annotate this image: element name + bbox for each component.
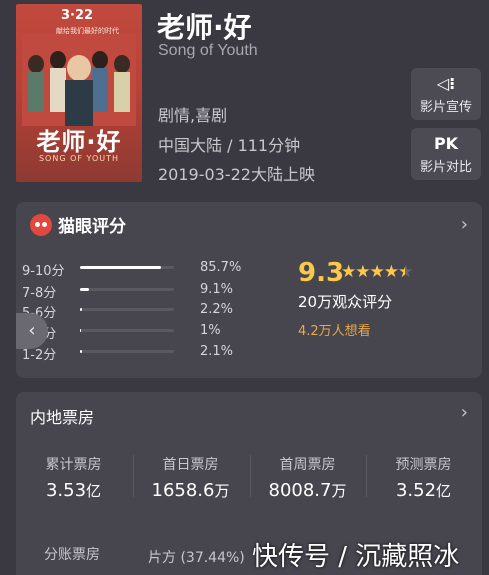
star-icon: ★ — [383, 262, 399, 282]
promo-button[interactable]: ◁⁝ 影片宣传 — [411, 68, 481, 120]
dist-percent: 2.2% — [200, 302, 234, 317]
stat-label: 首周票房 — [279, 457, 336, 473]
dist-track — [80, 308, 174, 311]
stat-label: 首日票房 — [162, 457, 219, 473]
movie-region-duration: 中国大陆 / 111分钟 — [158, 136, 301, 155]
dist-track — [80, 288, 174, 291]
movie-subtitle: Song of Youth — [158, 42, 258, 59]
poster-date: 3·22 — [61, 8, 94, 23]
star-icon: ★ — [355, 262, 370, 282]
dist-bar-fill — [80, 308, 83, 311]
speaker-icon: ◁⁝ — [436, 74, 456, 93]
dist-track — [80, 350, 174, 353]
stat-value: 3.52亿 — [395, 480, 452, 501]
rating-score: 9.3 — [298, 258, 345, 288]
dist-label: 7-8分 — [22, 286, 57, 301]
star-icon: ★ — [341, 262, 356, 282]
chevron-right-icon[interactable]: › — [461, 402, 468, 423]
maoyan-cat-icon — [30, 214, 52, 236]
dist-bar-fill — [80, 266, 161, 269]
compare-button-label: 影片对比 — [419, 160, 472, 175]
stat-value: 8008.7万 — [268, 480, 347, 501]
box-office-forecast: 预测票房 3.52亿 — [366, 454, 481, 501]
rating-dist-row: 1-2分 2.1% — [22, 342, 252, 363]
stat-label: 预测票房 — [395, 457, 452, 473]
promo-button-label: 影片宣传 — [419, 100, 472, 115]
rating-header: 猫眼评分 — [30, 212, 126, 237]
star-half-icon: ★ — [398, 262, 413, 282]
rating-dist-row: 3-4分 1% — [22, 321, 252, 342]
rating-source: 猫眼评分 — [58, 217, 126, 237]
star-icon: ★ — [369, 262, 385, 282]
dist-bar-fill — [80, 350, 82, 353]
box-office-total: 累计票房 3.53亿 — [16, 454, 131, 501]
compare-button[interactable]: PK 影片对比 — [411, 128, 481, 180]
poster-subtitle: SONG OF YOUTH — [38, 154, 120, 163]
dist-bar-fill — [80, 329, 81, 332]
dist-percent: 1% — [200, 323, 221, 338]
watermark: 快传号 / 沉藏照冰 — [252, 542, 460, 572]
dist-percent: 2.1% — [200, 344, 234, 359]
poster-title: 老师·好 — [36, 128, 122, 156]
stat-value: 1658.6万 — [151, 480, 230, 501]
movie-poster[interactable]: 3·22 献给我们最好的时代 老师·好 SONG OF YOUTH — [16, 4, 142, 182]
box-office-first-day: 首日票房 1658.6万 — [133, 454, 248, 501]
movie-title: 老师·好 — [157, 11, 252, 44]
dist-percent: 9.1% — [200, 282, 234, 297]
rating-dist-row: 7-8分 9.1% — [22, 280, 252, 301]
box-office-title: 内地票房 — [30, 408, 95, 427]
movie-release-date: 2019-03-22大陆上映 — [158, 165, 315, 184]
box-office-first-week: 首周票房 8008.7万 — [250, 454, 365, 501]
dist-label: 9-10分 — [22, 264, 65, 279]
stat-value: 3.53亿 — [45, 480, 102, 501]
dist-track — [80, 329, 174, 332]
dist-percent: 85.7% — [200, 260, 242, 275]
pk-icon: PK — [433, 134, 459, 153]
dist-track — [80, 266, 174, 269]
divider — [133, 455, 134, 497]
chevron-left-icon: ‹ — [28, 320, 36, 341]
producer-share-label: 片方 (37.44%) — [148, 550, 245, 566]
share-box-office-label: 分账票房 — [44, 547, 100, 563]
rating-dist-row: 5-6分 2.2% — [22, 300, 252, 321]
movie-genre: 剧情,喜剧 — [158, 106, 228, 125]
divider — [366, 455, 367, 497]
rating-dist-row: 9-10分 85.7% — [22, 258, 252, 279]
dist-bar-fill — [80, 288, 89, 291]
chevron-right-icon[interactable]: › — [461, 214, 468, 235]
divider — [250, 455, 251, 497]
rating-stars: ★★★★★ — [341, 262, 413, 282]
want-to-see-count: 4.2万人想看 — [298, 324, 371, 339]
rating-audience-count: 20万观众评分 — [298, 293, 393, 311]
stat-label: 累计票房 — [45, 457, 102, 473]
poster-figures — [22, 34, 136, 126]
